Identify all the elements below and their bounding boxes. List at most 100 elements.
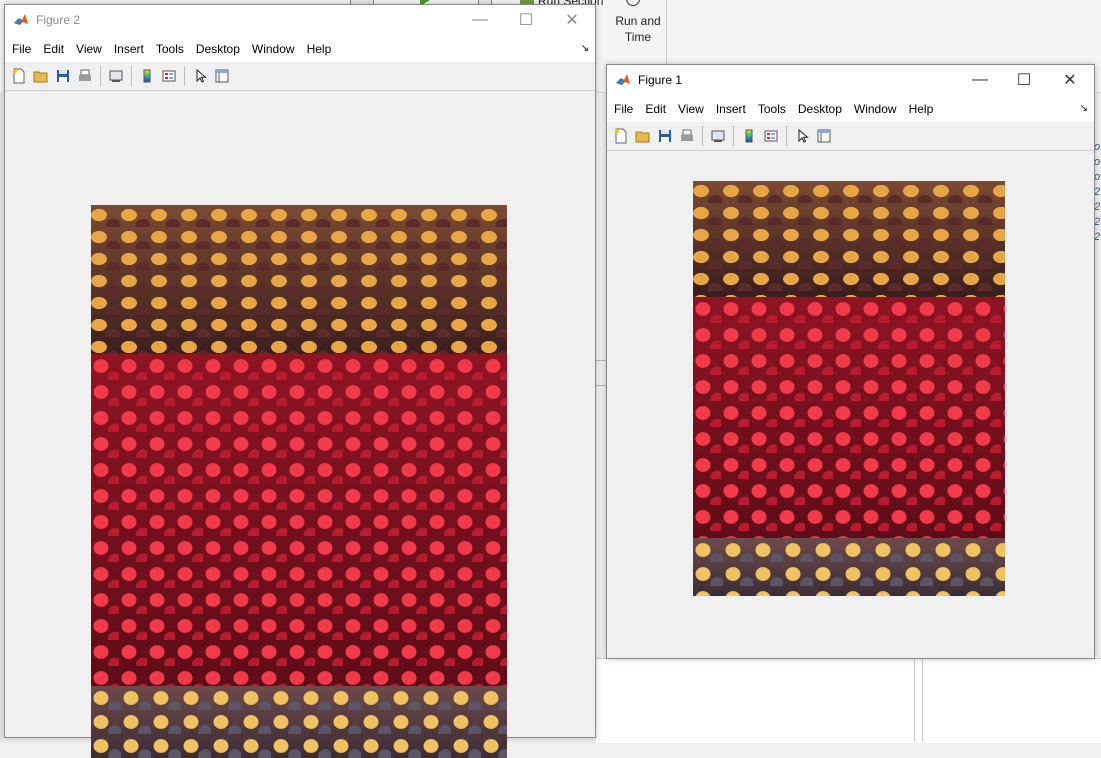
corn-band-top: [693, 181, 1005, 298]
maximize-icon: ☐: [518, 12, 534, 29]
figure-toolbar: [607, 122, 1094, 151]
new-figure-button[interactable]: [610, 125, 632, 147]
panel-divider: [922, 658, 923, 742]
menu-insert[interactable]: Insert: [114, 42, 152, 56]
editor-panel[interactable]: [596, 658, 1101, 743]
corn-band-middle: [693, 297, 1005, 538]
maximize-button[interactable]: ☐: [1001, 65, 1047, 95]
edit-plot-icon: [196, 68, 207, 83]
close-icon: ✕: [565, 12, 579, 29]
maximize-button[interactable]: ☐: [503, 5, 549, 35]
menu-tools[interactable]: Tools: [758, 102, 794, 116]
corn-image[interactable]: [693, 181, 1005, 596]
menu-edit[interactable]: Edit: [43, 42, 72, 56]
title-bar[interactable]: Figure 1 — ☐ ✕: [607, 65, 1094, 95]
editor-code-fragment: ooo2222: [1094, 141, 1101, 243]
plot-area[interactable]: [5, 91, 595, 758]
menu-bar: File Edit View Insert Tools Desktop Wind…: [607, 95, 1094, 122]
dock-arrow-icon[interactable]: ↘: [581, 43, 589, 54]
toolbar-separator: [184, 66, 185, 86]
insert-colorbar-icon: [143, 69, 151, 83]
toolbar-separator: [786, 126, 787, 146]
property-inspector-icon: [215, 69, 229, 83]
corn-band-top: [91, 205, 507, 360]
menu-view[interactable]: View: [76, 42, 110, 56]
menu-help[interactable]: Help: [909, 102, 942, 116]
close-button[interactable]: ✕: [1047, 65, 1093, 95]
corn-image[interactable]: [91, 205, 507, 758]
print-icon: [79, 69, 91, 81]
menu-insert[interactable]: Insert: [716, 102, 754, 116]
toolbar-separator: [702, 126, 703, 146]
maximize-icon: ☐: [1016, 72, 1032, 89]
open-file-button[interactable]: [632, 125, 654, 147]
insert-colorbar-icon: [745, 129, 753, 143]
print-icon: [681, 129, 693, 141]
corn-band-middle: [91, 354, 507, 687]
menu-file[interactable]: File: [614, 102, 641, 116]
new-figure-button[interactable]: [8, 65, 30, 87]
toolbar-separator: [100, 66, 101, 86]
save-button[interactable]: [654, 125, 676, 147]
menu-help[interactable]: Help: [307, 42, 340, 56]
matlab-logo-icon: [14, 14, 28, 25]
new-figure-icon: [615, 128, 627, 144]
open-file-icon: [635, 131, 650, 143]
panel-divider: [914, 658, 915, 742]
link-plot-button[interactable]: [105, 65, 127, 87]
minimize-button[interactable]: —: [457, 5, 503, 35]
figure-1-window: Figure 1 — ☐ ✕ File Edit View Insert Too…: [606, 64, 1095, 659]
link-plot-button[interactable]: [707, 125, 729, 147]
close-button[interactable]: ✕: [549, 5, 595, 35]
menu-bar: File Edit View Insert Tools Desktop Wind…: [5, 35, 595, 62]
link-plot-icon: [109, 70, 123, 82]
open-file-button[interactable]: [30, 65, 52, 87]
minimize-icon: —: [472, 11, 488, 28]
save-icon: [659, 130, 671, 142]
edit-plot-icon: [798, 128, 809, 143]
save-button[interactable]: [52, 65, 74, 87]
toolbar-separator: [131, 66, 132, 86]
figure-toolbar: [5, 62, 595, 91]
panel-splitter[interactable]: [596, 360, 606, 386]
property-inspector-button[interactable]: [211, 65, 233, 87]
menu-window[interactable]: Window: [854, 102, 905, 116]
run-and-time-button[interactable]: Run and Time: [612, 13, 664, 45]
save-icon: [57, 70, 69, 82]
minimize-button[interactable]: —: [957, 65, 1003, 95]
window-title: Figure 2: [36, 13, 81, 27]
menu-desktop[interactable]: Desktop: [196, 42, 248, 56]
menu-tools[interactable]: Tools: [156, 42, 192, 56]
print-button[interactable]: [74, 65, 96, 87]
insert-colorbar-button[interactable]: [136, 65, 158, 87]
dock-arrow-icon[interactable]: ↘: [1080, 103, 1088, 114]
new-figure-icon: [13, 68, 25, 84]
menu-edit[interactable]: Edit: [645, 102, 674, 116]
menu-file[interactable]: File: [12, 42, 39, 56]
link-plot-icon: [711, 130, 725, 142]
close-icon: ✕: [1063, 72, 1077, 89]
insert-legend-button[interactable]: [158, 65, 180, 87]
corn-band-bottom: [91, 686, 507, 758]
left-panel-edge: [0, 92, 3, 742]
insert-legend-button[interactable]: [760, 125, 782, 147]
title-bar[interactable]: Figure 2 — ☐ ✕: [5, 5, 595, 35]
window-title: Figure 1: [638, 73, 683, 87]
figure-2-window: Figure 2 — ☐ ✕ File Edit View Insert Too…: [4, 4, 596, 758]
corn-band-bottom: [693, 537, 1005, 596]
property-inspector-button[interactable]: [813, 125, 835, 147]
plot-area[interactable]: [607, 151, 1094, 658]
edit-plot-button[interactable]: [189, 65, 211, 87]
insert-legend-icon: [162, 70, 176, 82]
toolbar-separator: [733, 126, 734, 146]
menu-desktop[interactable]: Desktop: [798, 102, 850, 116]
matlab-logo-icon: [616, 74, 630, 85]
insert-colorbar-button[interactable]: [738, 125, 760, 147]
print-button[interactable]: [676, 125, 698, 147]
edit-plot-button[interactable]: [791, 125, 813, 147]
menu-view[interactable]: View: [678, 102, 712, 116]
property-inspector-icon: [817, 129, 831, 143]
toolstrip-separator: [666, 0, 667, 66]
open-file-icon: [33, 71, 48, 83]
menu-window[interactable]: Window: [252, 42, 303, 56]
